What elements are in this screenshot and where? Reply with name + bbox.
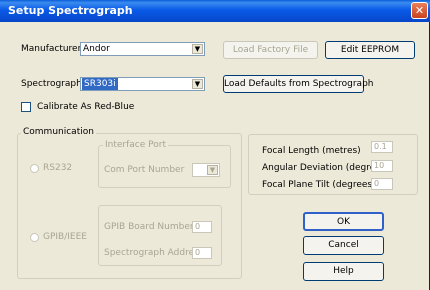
calibrate-checkbox[interactable] xyxy=(21,102,31,112)
cancel-button[interactable]: Cancel xyxy=(303,236,384,255)
focal-plane-tilt-label: Focal Plane Tilt (degrees) xyxy=(262,180,376,190)
gpib-board-input[interactable]: 0 xyxy=(192,221,212,233)
calibrate-label: Calibrate As Red-Blue xyxy=(37,102,135,112)
focal-length-label: Focal Length (metres) xyxy=(262,146,361,156)
communication-legend: Communication xyxy=(21,127,96,137)
help-button[interactable]: Help xyxy=(303,262,384,281)
chevron-down-icon[interactable]: ▼ xyxy=(207,165,218,175)
ok-button[interactable]: OK xyxy=(303,212,384,231)
spectrograph-value: SR303i xyxy=(82,78,118,90)
chevron-down-icon[interactable]: ▼ xyxy=(192,79,203,89)
gpib-label: GPIB/IEEE xyxy=(43,232,87,242)
manufacturer-label: Manufacturer xyxy=(21,44,82,54)
com-port-label: Com Port Number xyxy=(104,165,185,175)
gpib-radio[interactable] xyxy=(30,233,39,242)
close-icon: ✕ xyxy=(414,4,425,17)
angular-deviation-label: Angular Deviation (degrees) xyxy=(262,163,390,173)
focal-length-input[interactable]: 0.1 xyxy=(371,141,393,153)
chevron-down-icon[interactable]: ▼ xyxy=(192,44,203,54)
spectrograph-label: Spectrograph xyxy=(21,79,82,89)
window-title: Setup Spectrograph xyxy=(8,4,133,17)
setup-spectrograph-dialog: Setup Spectrograph ✕ Manufacturer Andor … xyxy=(0,0,430,290)
spectrograph-address-label: Spectrograph Address xyxy=(104,248,204,258)
rs232-label: RS232 xyxy=(43,163,73,173)
com-port-select[interactable]: ▼ xyxy=(192,163,220,177)
spectrograph-address-input[interactable]: 0 xyxy=(192,247,212,259)
edit-eeprom-button[interactable]: Edit EEPROM xyxy=(325,41,415,59)
load-defaults-button[interactable]: Load Defaults from Spectrograph xyxy=(223,75,373,93)
rs232-radio[interactable] xyxy=(30,164,39,173)
angular-deviation-input[interactable]: 10 xyxy=(371,160,393,172)
interface-port-legend: Interface Port xyxy=(103,140,168,150)
load-factory-file-button[interactable]: Load Factory File xyxy=(223,41,318,59)
manufacturer-value: Andor xyxy=(83,44,110,54)
focal-plane-tilt-input[interactable]: 0 xyxy=(371,178,393,190)
close-button[interactable]: ✕ xyxy=(411,2,428,19)
spectrograph-select[interactable]: SR303i ▼ xyxy=(80,77,205,91)
gpib-board-label: GPIB Board Number xyxy=(104,222,194,232)
manufacturer-select[interactable]: Andor ▼ xyxy=(80,42,205,56)
title-bar[interactable]: Setup Spectrograph ✕ xyxy=(0,0,430,22)
